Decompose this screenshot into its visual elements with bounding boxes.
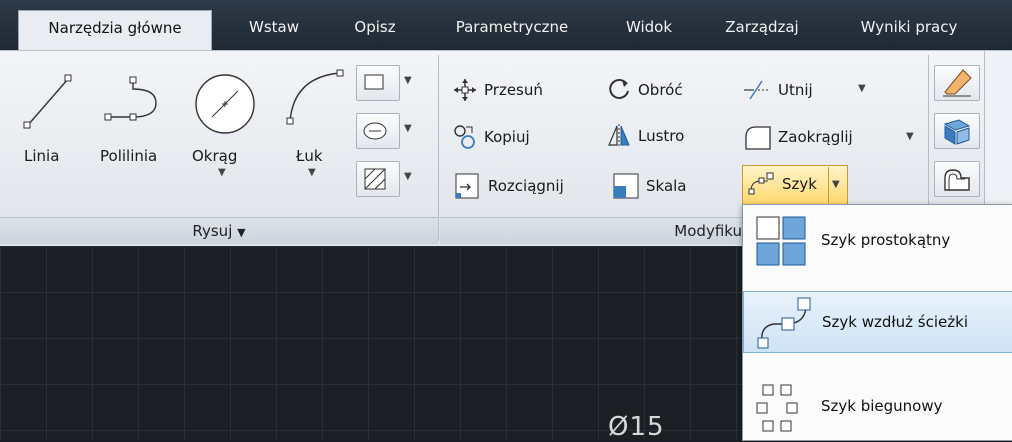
array-dropdown-arrow[interactable]: ▼ — [832, 179, 840, 190]
trim-icon — [744, 80, 770, 100]
tab-output[interactable]: Wyniki pracy — [834, 10, 984, 44]
fillet-label: Zaokrąglij — [778, 128, 853, 146]
circle-dropdown-arrow[interactable]: ▼ — [218, 167, 226, 178]
tab-annotate[interactable]: Opisz — [336, 10, 414, 44]
panel-divider-right — [928, 55, 929, 215]
arc-dropdown-arrow[interactable]: ▼ — [308, 167, 316, 178]
arc-icon[interactable] — [282, 63, 348, 133]
mirror-label: Lustro — [638, 127, 685, 145]
line-icon[interactable] — [18, 67, 78, 137]
menu-item-rectangular-array-label: Szyk prostokątny — [821, 231, 951, 249]
explode-icon — [943, 119, 971, 145]
circle-icon[interactable] — [190, 67, 260, 137]
arc-label[interactable]: Łuk — [296, 147, 323, 165]
hatch-icon — [364, 168, 386, 190]
copy-icon — [454, 125, 475, 149]
rectangle-button[interactable] — [356, 65, 400, 101]
ellipse-icon — [363, 122, 387, 140]
array-label: Szyk — [782, 175, 817, 193]
menu-item-polar-array[interactable]: Szyk biegunowy — [743, 375, 1012, 437]
mirror-tool[interactable]: Lustro — [606, 123, 684, 149]
scale-tool[interactable]: Skala — [612, 171, 687, 201]
erase-button[interactable] — [934, 65, 980, 101]
polar-array-icon — [756, 384, 798, 432]
copy-label: Kopiuj — [484, 128, 530, 146]
menu-item-path-array[interactable]: Szyk wzdłuż ścieżki — [743, 291, 1012, 353]
rotate-icon — [609, 78, 629, 99]
explode-button[interactable] — [934, 113, 980, 149]
ellipse-button[interactable] — [356, 113, 400, 149]
dimension-text: Ø15 — [608, 412, 665, 442]
fillet-dropdown-arrow[interactable]: ▼ — [906, 131, 914, 142]
fillet-tool[interactable]: Zaokrąglij — [742, 123, 853, 151]
path-array-menu-icon — [757, 297, 811, 349]
rectangle-icon — [364, 74, 384, 90]
offset-button[interactable] — [934, 161, 980, 197]
circle-label[interactable]: Okrąg — [192, 147, 237, 165]
rotate-tool[interactable]: Obróć — [606, 77, 683, 103]
array-tool[interactable]: Szyk — [748, 171, 817, 197]
array-dropdown-menu: Szyk prostokątny Szyk wzdłuż ścieżki Szy… — [742, 204, 1012, 441]
polyline-icon[interactable] — [98, 67, 168, 137]
tab-manage[interactable]: Zarządzaj — [704, 10, 820, 44]
panel-divider — [438, 55, 439, 241]
tab-insert[interactable]: Wstaw — [230, 10, 318, 44]
stretch-icon — [455, 173, 479, 199]
stretch-tool[interactable]: Rozciągnij — [452, 171, 564, 201]
copy-tool[interactable]: Kopiuj — [452, 123, 530, 151]
mirror-icon — [608, 124, 630, 148]
rectangle-dropdown-arrow[interactable]: ▼ — [404, 75, 412, 86]
hatch-dropdown-arrow[interactable]: ▼ — [404, 171, 412, 182]
rectangular-array-icon — [756, 216, 806, 266]
polyline-label[interactable]: Polilinia — [100, 147, 157, 165]
line-label[interactable]: Linia — [24, 147, 59, 165]
ribbon-tab-bar: Narzędzia główne Wstaw Opisz Parametrycz… — [0, 0, 1012, 51]
path-array-icon — [748, 172, 774, 195]
trim-dropdown-arrow[interactable]: ▼ — [858, 83, 866, 94]
rotate-label: Obróć — [638, 81, 683, 99]
trim-tool[interactable]: Utnij — [742, 77, 813, 103]
scale-icon — [613, 173, 639, 199]
move-icon — [454, 79, 476, 101]
tab-home[interactable]: Narzędzia główne — [18, 10, 212, 51]
stretch-label: Rozciągnij — [488, 177, 564, 195]
array-split-divider — [828, 167, 829, 203]
eraser-icon — [943, 69, 972, 97]
offset-icon — [944, 169, 970, 191]
menu-item-path-array-label: Szyk wzdłuż ścieżki — [822, 313, 968, 331]
tab-parametric[interactable]: Parametryczne — [428, 10, 596, 44]
fillet-icon — [745, 126, 771, 150]
tab-view[interactable]: Widok — [604, 10, 694, 44]
draw-panel-title[interactable]: Rysuj ▼ — [0, 217, 438, 244]
menu-item-rectangular-array[interactable]: Szyk prostokątny — [743, 209, 1012, 271]
trim-label: Utnij — [778, 81, 813, 99]
move-tool[interactable]: Przesuń — [452, 77, 543, 103]
hatch-button[interactable] — [356, 161, 400, 197]
menu-item-polar-array-label: Szyk biegunowy — [821, 397, 943, 415]
move-label: Przesuń — [484, 81, 543, 99]
modify-panel-title[interactable]: Modyfiku — [440, 217, 742, 244]
scale-label: Skala — [646, 177, 687, 195]
ellipse-dropdown-arrow[interactable]: ▼ — [404, 123, 412, 134]
